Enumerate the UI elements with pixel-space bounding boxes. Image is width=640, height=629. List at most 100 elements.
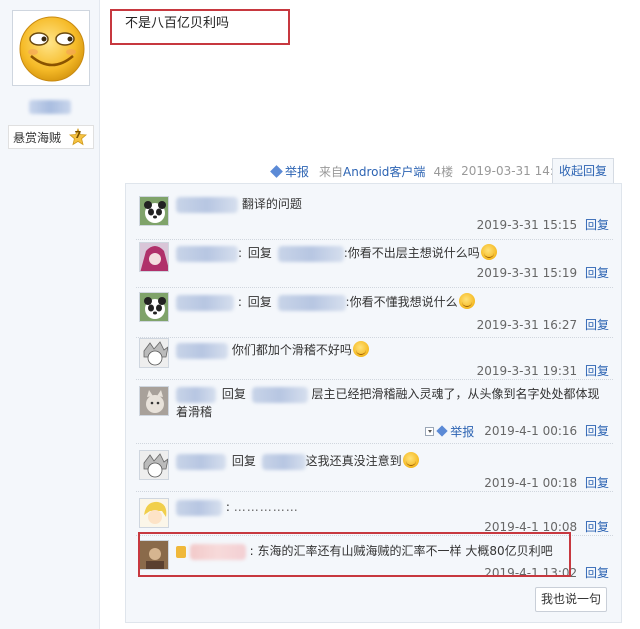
reply-word: 回复 [247,295,272,309]
reply-time: 2019-3-31 19:31 [476,364,578,378]
source-link[interactable]: Android客户端 [343,165,425,179]
reply-text: 这我还真没注意到 [305,454,402,468]
reply-avatar[interactable] [139,292,169,322]
reply-button[interactable]: 回复 [585,476,609,490]
reply-text: 你们都加个滑稽不好吗 [231,343,352,357]
reply-item: 回复 这我还真没注意到 2019-4-1 00:18 回复 [126,444,623,492]
reply-item: 回复 层主已经把滑稽融入灵魂了，从头像到名字处处都体现着滑稽 举报 2019-4-… [126,380,623,444]
reply-button[interactable]: 回复 [585,266,609,280]
reply-meta: 2019-3-31 15:19 回复 [477,264,609,281]
user-sidebar: 悬赏海贼 7 [0,0,100,629]
level-number: 7 [74,130,82,141]
reply-avatar[interactable] [139,242,169,272]
source-prefix: 来自 [319,164,344,179]
highlight-box [138,532,571,577]
reply-content: 你们都加个滑稽不好吗 [176,340,609,359]
reply-text: 翻译的问题 [241,197,302,211]
smirk-face-icon [19,16,85,82]
reply-meta: 2019-4-1 00:18 回复 [484,474,609,491]
reply-avatar[interactable] [139,338,169,368]
panda-avatar-icon [140,197,168,225]
reply-time: 2019-3-31 15:19 [476,266,578,280]
reply-target-username[interactable] [251,386,308,403]
reply-username[interactable] [176,294,234,311]
smile-emoji-icon [352,340,369,357]
user-title-badge: 悬赏海贼 7 [8,125,94,149]
reply-avatar[interactable] [139,450,169,480]
reply-target-username[interactable] [261,453,306,470]
reply-button[interactable]: 回复 [585,218,609,232]
reply-time: 2019-4-1 00:18 [484,476,578,490]
reply-word: 回复 [221,387,246,401]
report-label[interactable]: 举报 [450,423,474,440]
reply-content: : 回复 :你看不出层主想说什么吗 [176,243,609,262]
reply-button[interactable]: 回复 [585,566,609,580]
report-icon [270,164,283,178]
report-link[interactable]: 举报 [270,163,309,180]
reply-time: 2019-4-1 00:16 [484,424,578,438]
reply-word: 回复 [231,454,256,468]
reply-text: :你看不懂我想说什么 [345,295,458,309]
post-source: 来自Android客户端 [319,163,425,180]
user-title: 悬赏海贼 [13,130,62,145]
reply-colon: : [225,500,230,514]
reply-time: 2019-3-31 15:15 [476,218,578,232]
reply-text: …………… [233,500,299,514]
reply-content: : 回复 :你看不懂我想说什么 [176,292,609,311]
reply-time: 2019-3-31 16:27 [476,318,578,332]
say-something-button[interactable]: 我也说一句 [535,587,607,612]
reply-content: 翻译的问题 [176,195,609,213]
reply-colon: : [238,246,243,260]
reply-meta: 2019-3-31 15:15 回复 [477,216,609,233]
reply-colon: : [237,295,242,309]
sketch-avatar-icon [140,451,168,479]
cat-avatar-icon [140,387,168,415]
smile-emoji-icon [458,292,475,309]
post-meta: 举报 来自Android客户端 4楼 2019-03-31 14:59 [270,160,569,182]
reply-avatar[interactable] [139,386,169,416]
reply-meta: 2019-3-31 16:27 回复 [477,316,609,333]
level-badge: 7 [69,128,88,146]
anime-avatar-icon [140,243,168,271]
reply-meta: 2019-3-31 19:31 回复 [477,362,609,379]
reply-meta: 举报 2019-4-1 00:16 回复 [425,422,609,440]
reply-item: 翻译的问题 2019-3-31 15:15 回复 [126,192,623,240]
reply-avatar[interactable] [139,498,169,528]
reply-avatar[interactable] [139,196,169,226]
reply-username[interactable] [176,453,226,470]
reply-button[interactable]: 回复 [585,424,609,438]
dropdown-icon[interactable] [425,427,435,436]
reply-content: 回复 这我还真没注意到 [176,451,609,470]
reply-button[interactable]: 回复 [585,318,609,332]
user-avatar[interactable] [12,10,90,86]
reply-button[interactable]: 回复 [585,520,609,534]
reply-username[interactable] [176,499,222,516]
reply-target-username[interactable] [277,245,344,262]
username-redacted[interactable] [29,100,71,114]
panda-avatar-icon [140,293,168,321]
reply-word: 回复 [247,246,272,260]
reply-content: : …………… [176,498,609,516]
reply-username[interactable] [176,386,216,403]
sketch-avatar-icon [140,339,168,367]
reply-item: : 回复 :你看不懂我想说什么 2019-3-31 16:27 回复 [126,288,623,338]
smile-emoji-icon [402,451,419,468]
report-icon [436,425,448,437]
reply-item: : 回复 :你看不出层主想说什么吗 2019-3-31 15:19 回复 [126,240,623,288]
reply-item: : …………… 2019-4-1 10:08 回复 [126,492,623,536]
reply-item: 你们都加个滑稽不好吗 2019-3-31 19:31 回复 [126,338,623,380]
reply-username[interactable] [176,196,238,213]
reply-username[interactable] [176,245,238,262]
reply-text: :你看不出层主想说什么吗 [343,246,480,260]
highlight-box [110,9,290,45]
reply-content: 回复 层主已经把滑稽融入灵魂了，从头像到名字处处都体现着滑稽 [176,385,609,421]
blonde-avatar-icon [140,499,168,527]
reply-target-username[interactable] [277,294,346,311]
report-link[interactable]: 举报 [436,423,474,440]
floor-number: 4楼 [433,164,454,179]
smile-emoji-icon [480,243,497,260]
collapse-replies-button[interactable]: 收起回复 [552,158,614,184]
reply-username[interactable] [176,342,228,359]
report-label[interactable]: 举报 [285,163,309,180]
reply-button[interactable]: 回复 [585,364,609,378]
